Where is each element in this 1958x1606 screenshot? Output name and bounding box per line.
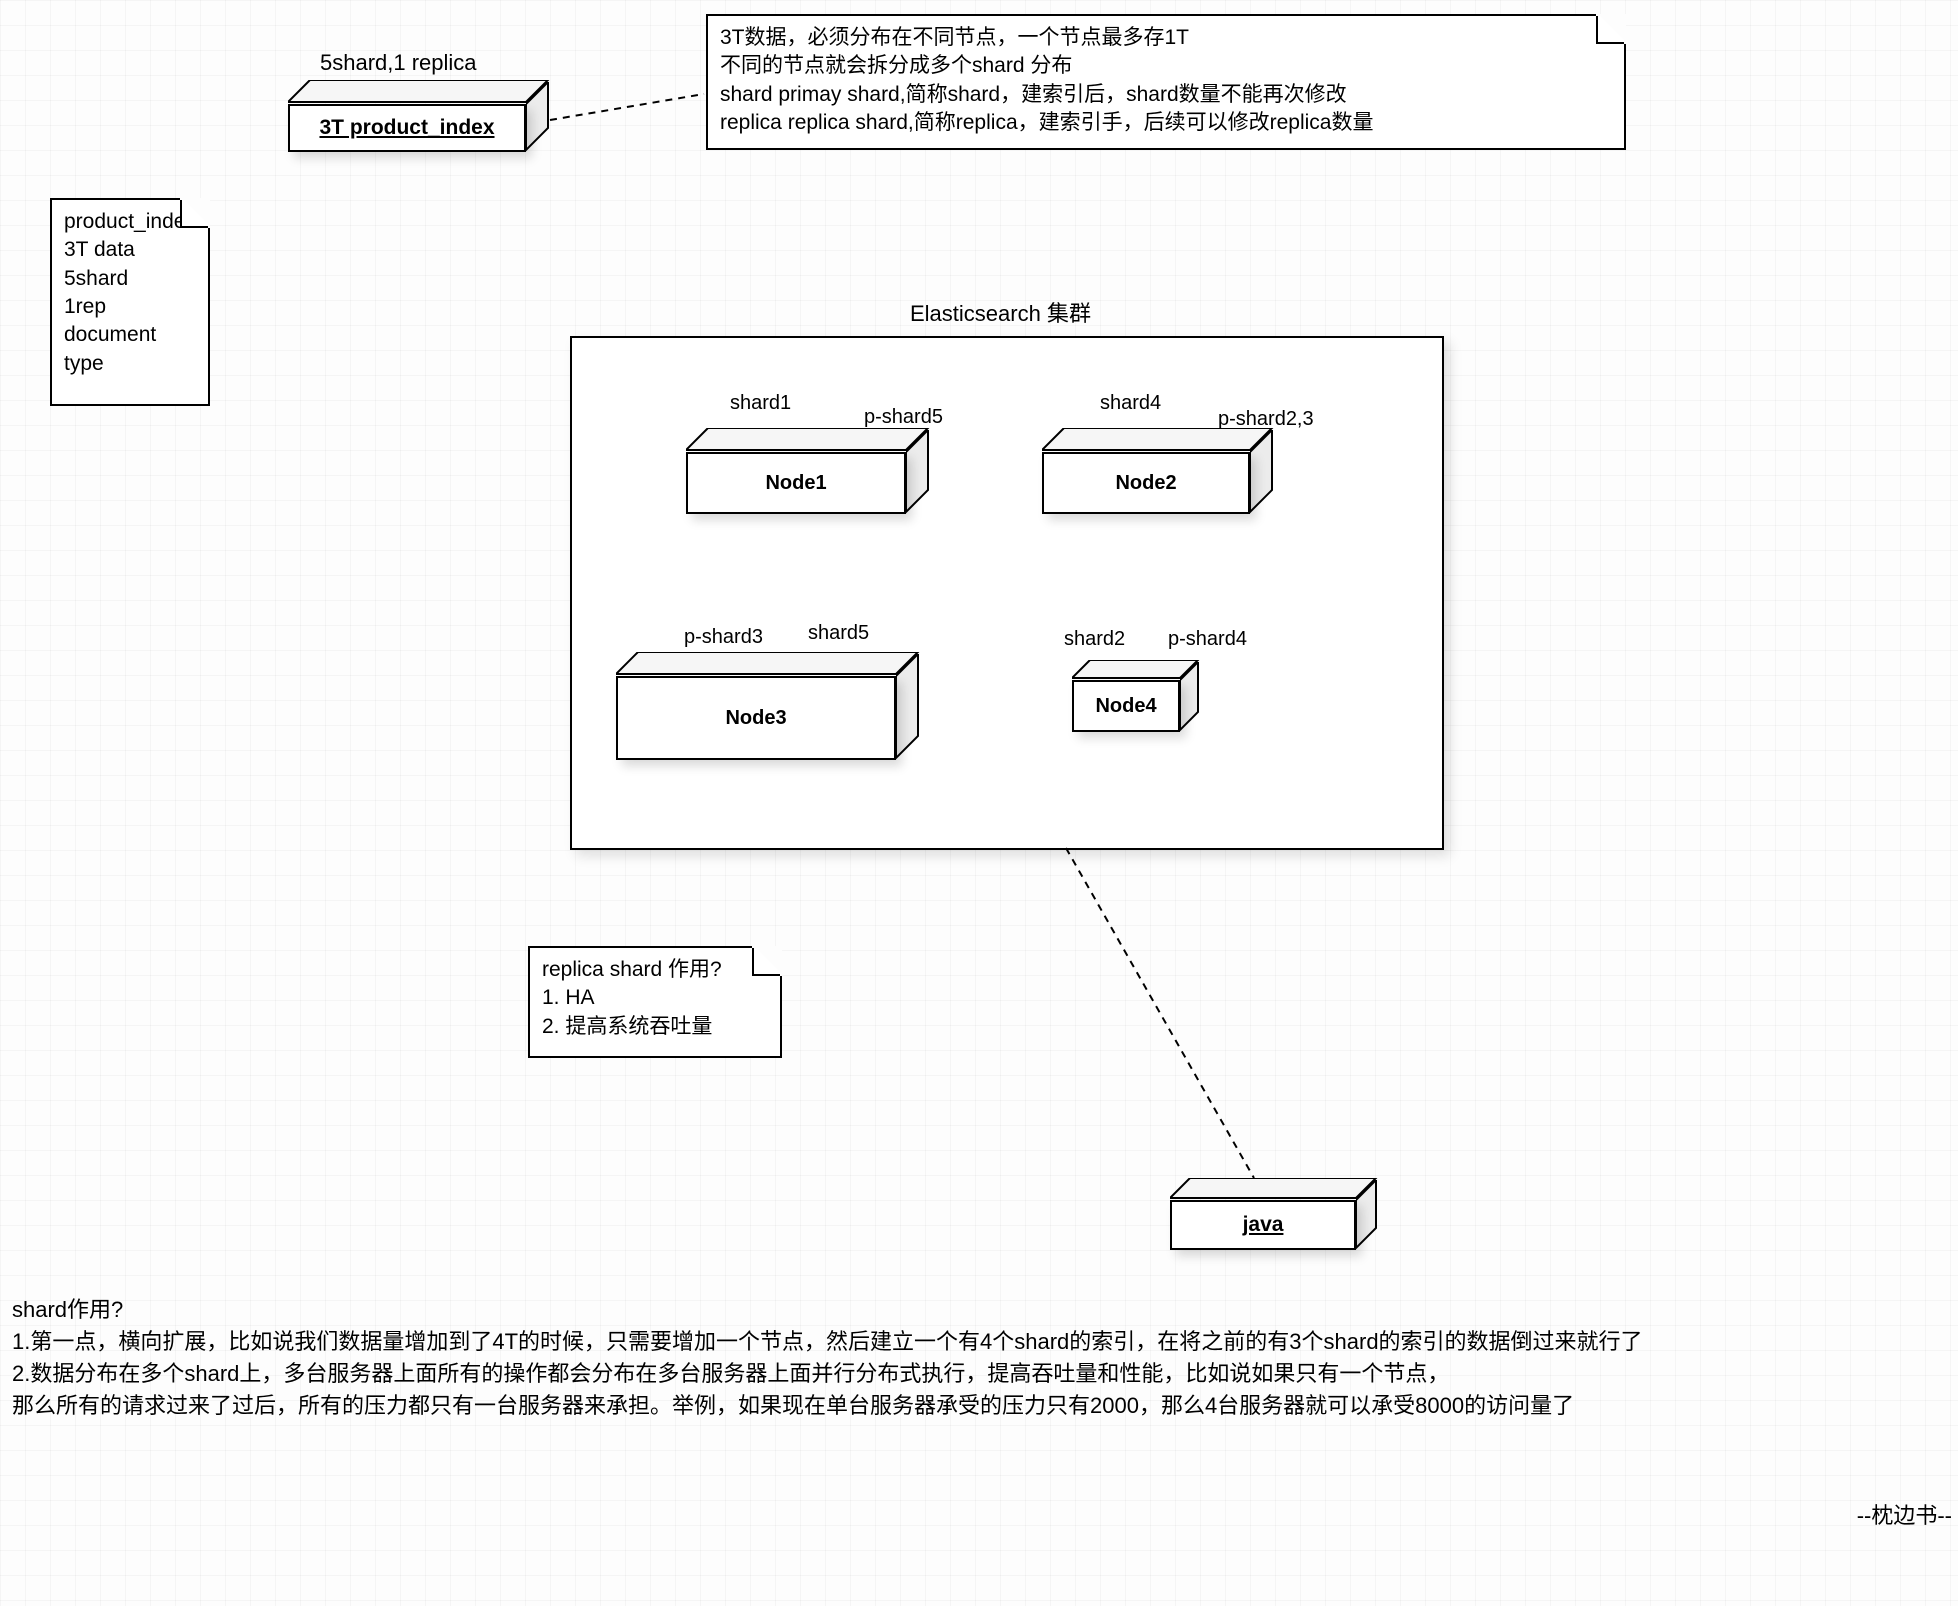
node4-box: Node4	[1072, 680, 1180, 732]
shard-explanation: shard作用? 1.第一点，横向扩展，比如说我们数据量增加到了4T的时候，只需…	[12, 1294, 1643, 1422]
note-line: 不同的节点就会拆分成多个shard 分布	[720, 52, 1612, 80]
node1-box: Node1	[686, 452, 906, 514]
note-line: product_index	[64, 208, 196, 236]
index-caption: 5shard,1 replica	[320, 50, 477, 76]
note-distribution-rules: 3T数据，必须分布在不同节点，一个节点最多存1T 不同的节点就会拆分成多个sha…	[706, 14, 1626, 150]
node1-label: Node1	[765, 472, 826, 495]
node1-shard-left: shard1	[730, 392, 791, 415]
node3-shard-right: shard5	[808, 622, 869, 645]
java-box: java	[1170, 1200, 1356, 1250]
note-replica-shard: replica shard 作用? 1. HA 2. 提高系统吞吐量	[528, 946, 782, 1058]
note-line: 2. 提高系统吞吐量	[542, 1013, 768, 1041]
note-line: 5shard	[64, 265, 196, 293]
signature: --枕边书--	[1857, 1498, 1952, 1530]
note-line: type	[64, 350, 196, 378]
node4-shard-left: shard2	[1064, 628, 1125, 651]
note-product-index: product_index 3T data 5shard 1rep docume…	[50, 198, 210, 406]
note-line: shard primay shard,简称shard，建索引后，shard数量不…	[720, 81, 1612, 109]
index-box: 3T product_index	[288, 104, 526, 152]
note-line: document	[64, 321, 196, 349]
index-box-label: 3T product_index	[319, 116, 494, 140]
java-box-label: java	[1243, 1213, 1284, 1237]
node4-shard-right: p-shard4	[1168, 628, 1247, 651]
node2-shard-left: shard4	[1100, 392, 1161, 415]
node3-box: Node3	[616, 676, 896, 760]
node1-shard-right: p-shard5	[864, 406, 943, 429]
note-line: 1rep	[64, 293, 196, 321]
cluster-title: Elasticsearch 集群	[910, 296, 1091, 328]
node4-label: Node4	[1095, 695, 1156, 718]
node2-box: Node2	[1042, 452, 1250, 514]
note-line: 1. HA	[542, 984, 768, 1012]
note-line: replica shard 作用?	[542, 956, 768, 984]
note-line: 3T数据，必须分布在不同节点，一个节点最多存1T	[720, 24, 1612, 52]
node3-label: Node3	[725, 707, 786, 730]
node2-label: Node2	[1115, 472, 1176, 495]
note-line: replica replica shard,简称replica，建索引手，后续可…	[720, 109, 1612, 137]
node2-shard-right: p-shard2,3	[1218, 408, 1314, 431]
note-line: 3T data	[64, 236, 196, 264]
node3-shard-left: p-shard3	[684, 626, 763, 649]
